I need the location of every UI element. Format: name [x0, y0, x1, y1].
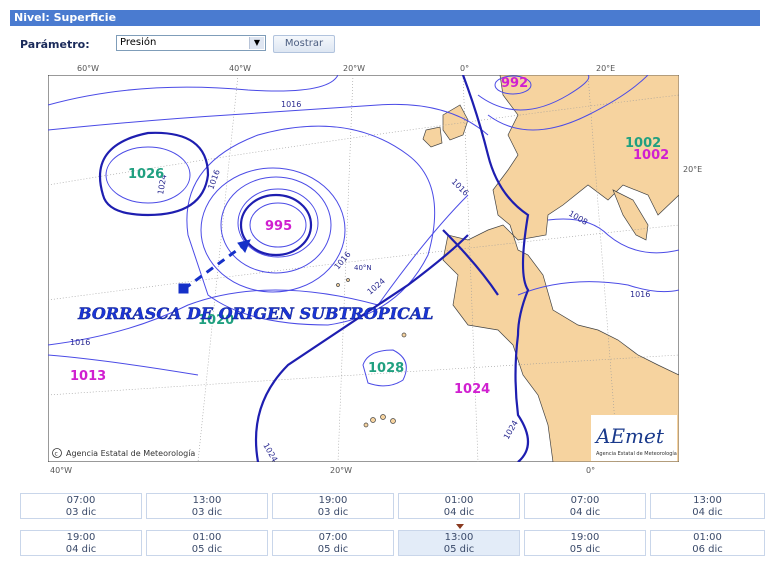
pressure-center-label: 1013 — [70, 369, 106, 384]
timestep-date: 04 dic — [65, 544, 97, 555]
timestep-time: 19:00 — [66, 532, 96, 543]
timestep-time: 19:00 — [318, 495, 348, 506]
lon-label-top: 20°E — [596, 64, 616, 73]
credit: c Agencia Estatal de Meteorología — [52, 448, 195, 458]
show-button[interactable]: Mostrar — [273, 35, 335, 53]
timestep-time: 07:00 — [66, 495, 96, 506]
timestep-date: 04 dic — [443, 507, 475, 518]
pressure-center-label: 1028 — [368, 361, 404, 376]
timestep-time: 13:00 — [192, 495, 222, 506]
lat-label-right: 20°E — [683, 165, 703, 174]
pressure-map[interactable]: 1016 1016 1024 1016 1016 1024 1016 1008 … — [48, 75, 679, 462]
timestep-tile[interactable]: 19:00 03 dic — [272, 493, 394, 519]
parameter-select[interactable]: Presión ▼ — [116, 35, 266, 51]
timestep-tile[interactable]: 07:00 04 dic — [524, 493, 646, 519]
timestep-tile[interactable]: 19:00 04 dic — [20, 530, 142, 556]
pressure-center-label: 1024 — [454, 382, 490, 397]
timestep-time: 01:00 — [444, 495, 474, 506]
lon-label-bottom: 40°W — [50, 466, 73, 475]
level-header: Nivel: Superficie — [10, 10, 760, 26]
timestep-date: 04 dic — [569, 507, 601, 518]
timestep-time: 01:00 — [192, 532, 222, 543]
timestep-time: 19:00 — [570, 532, 600, 543]
timestep-date: 05 dic — [443, 544, 475, 555]
credit-text: Agencia Estatal de Meteorología — [66, 449, 195, 458]
timestep-tile-selected[interactable]: 13:00 05 dic — [398, 530, 520, 556]
pressure-center-label: 1026 — [128, 167, 164, 182]
timestep-date: 04 dic — [692, 507, 723, 518]
timestep-date: 03 dic — [317, 507, 349, 518]
timestep-time: 07:00 — [318, 532, 348, 543]
timestep-tile[interactable]: 13:00 03 dic — [146, 493, 268, 519]
timestep-tile[interactable]: 01:00 06 dic — [650, 530, 765, 556]
timestep-time: 13:00 — [693, 495, 722, 506]
parameter-select-value: Presión — [120, 37, 157, 48]
lon-label-top: 40°W — [229, 64, 252, 73]
aemet-logo-subtitle: Agencia Estatal de Meteorología — [596, 450, 677, 457]
timestep-row: 19:00 04 dic 01:00 05 dic 07:00 05 dic 13:0… — [20, 530, 765, 558]
timestep-time: 07:00 — [570, 495, 600, 506]
timestep-time: 01:00 — [693, 532, 722, 543]
lon-label-bottom: 0° — [586, 466, 596, 475]
annotation-text: BORRASCA DE ORIGEN SUBTROPICAL — [77, 304, 434, 323]
timestep-time: 13:00 — [444, 532, 474, 543]
pressure-center-label: 1002 — [633, 148, 669, 163]
lon-label-top: 60°W — [77, 64, 100, 73]
timestep-tile[interactable]: 07:00 05 dic — [272, 530, 394, 556]
lon-label-bottom: 20°W — [330, 466, 353, 475]
timestep-date: 03 dic — [191, 507, 223, 518]
timestep-date: 05 dic — [569, 544, 601, 555]
isobar-label: 1016 — [70, 338, 90, 347]
timestep-date: 05 dic — [191, 544, 223, 555]
timestep-tile[interactable]: 07:00 03 dic — [20, 493, 142, 519]
aemet-logo-text: AEmet — [594, 424, 665, 448]
svg-text:c: c — [55, 451, 58, 458]
isobar-label: 40°N — [354, 264, 372, 272]
pressure-center-label: 995 — [265, 219, 292, 234]
lon-label-top: 20°W — [343, 64, 366, 73]
selected-timestep-marker — [456, 524, 464, 529]
timestep-tile[interactable]: 19:00 05 dic — [524, 530, 646, 556]
timestep-tile[interactable]: 13:00 04 dic — [650, 493, 765, 519]
timestep-tile[interactable]: 01:00 04 dic — [398, 493, 520, 519]
timestep-tile[interactable]: 01:00 05 dic — [146, 530, 268, 556]
chevron-down-icon[interactable]: ▼ — [249, 37, 264, 49]
timestep-date: 05 dic — [317, 544, 349, 555]
isobar-label: 1016 — [281, 100, 301, 109]
parameter-label: Parámetro: — [20, 38, 90, 51]
timestep-row: 07:00 03 dic 13:00 03 dic 19:00 03 dic 01:0… — [20, 493, 765, 521]
lon-label-top: 0° — [460, 64, 470, 73]
timestep-date: 03 dic — [65, 507, 97, 518]
isobar-label: 1016 — [630, 290, 650, 299]
aemet-logo: AEmet Agencia Estatal de Meteorología — [591, 415, 677, 461]
timestep-date: 06 dic — [692, 544, 723, 555]
pressure-center-label: 992 — [501, 76, 528, 91]
